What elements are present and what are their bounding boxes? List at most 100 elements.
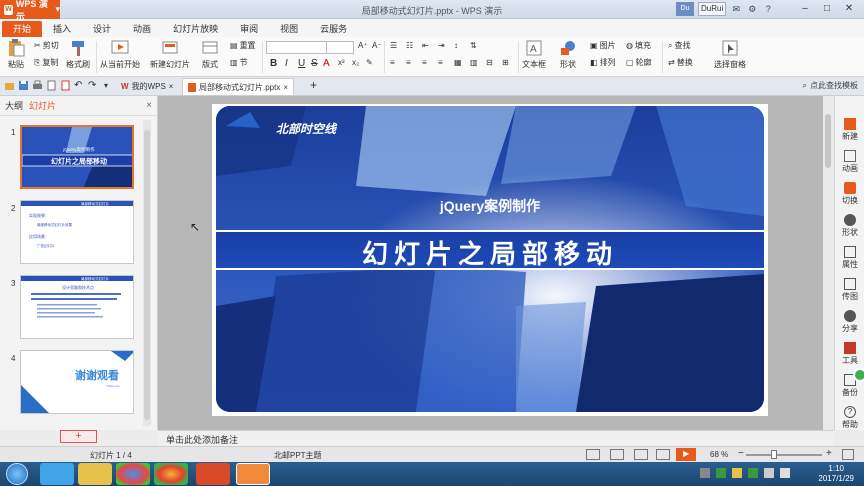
- replace-button[interactable]: ⇄ 替换: [668, 57, 693, 68]
- tab-4[interactable]: 幻灯片放映: [162, 21, 229, 37]
- export-pdf-icon[interactable]: [60, 80, 71, 91]
- tab-3[interactable]: 动画: [122, 21, 162, 37]
- floating-plus-icon[interactable]: [853, 368, 864, 382]
- taskbar-app-1[interactable]: [40, 463, 74, 485]
- tool-tools[interactable]: 工具: [835, 342, 864, 366]
- panel-scrollbar[interactable]: [143, 120, 151, 426]
- format-painter-button[interactable]: 格式刷: [66, 39, 90, 70]
- tab-6[interactable]: 视图: [269, 21, 309, 37]
- grow-font-icon[interactable]: A⁺: [358, 41, 368, 50]
- tray-icon[interactable]: [700, 468, 710, 478]
- outline-button[interactable]: ▢ 轮廓: [626, 57, 652, 68]
- close-icon[interactable]: ×: [283, 83, 288, 92]
- tool-share[interactable]: 分享: [835, 310, 864, 334]
- layout-button[interactable]: 版式: [200, 39, 220, 70]
- text-direction-icon[interactable]: ⇅: [470, 41, 477, 50]
- from-current-button[interactable]: 从当前开始: [100, 39, 140, 70]
- numbering-icon[interactable]: ☷: [406, 41, 413, 50]
- font-color-button[interactable]: A: [323, 58, 330, 69]
- tray-icon[interactable]: [716, 468, 726, 478]
- taskbar-app-4[interactable]: [154, 463, 188, 485]
- tool-shape[interactable]: 形状: [835, 214, 864, 238]
- print-preview-icon[interactable]: [46, 80, 57, 91]
- tab-active-document[interactable]: 局部移动式幻灯片.pptx ×: [182, 78, 295, 95]
- tab-my-wps[interactable]: W 我的WPS ×: [116, 78, 178, 95]
- tray-icon[interactable]: [732, 468, 742, 478]
- section-button[interactable]: ▥ 节: [230, 57, 248, 68]
- tab-1[interactable]: 插入: [42, 21, 82, 37]
- tab-5[interactable]: 审阅: [229, 21, 269, 37]
- chevron-down-icon[interactable]: ▾: [104, 80, 115, 91]
- fill-button[interactable]: ◍ 填充: [626, 40, 651, 51]
- tool-help[interactable]: ? 帮助: [835, 406, 864, 430]
- paste-button[interactable]: 粘贴: [6, 39, 26, 70]
- maximize-button[interactable]: □: [816, 1, 838, 17]
- tool-new[interactable]: 新建: [835, 118, 864, 142]
- increase-indent-icon[interactable]: ⇥: [438, 41, 445, 50]
- close-button[interactable]: ✕: [838, 1, 860, 17]
- distribute-icon[interactable]: ▦: [454, 58, 462, 67]
- tool-upload-image[interactable]: 传图: [835, 278, 864, 302]
- close-icon[interactable]: ×: [169, 82, 174, 91]
- skin-icon[interactable]: ✉: [730, 3, 742, 15]
- slide-sorter-icon[interactable]: [610, 449, 624, 460]
- textbox-button[interactable]: A 文本框: [522, 39, 546, 70]
- bold-button[interactable]: B: [270, 58, 277, 69]
- superscript-icon[interactable]: x²: [338, 58, 345, 67]
- align-center-icon[interactable]: ≡: [406, 58, 411, 67]
- reset-button[interactable]: ▤ 重置: [230, 40, 256, 51]
- tab-slides[interactable]: 幻灯片: [29, 99, 56, 112]
- user-name-dropdown[interactable]: DuRui: [698, 2, 727, 16]
- picture-button[interactable]: ▣ 图片: [590, 40, 616, 51]
- subscript-icon[interactable]: x₂: [352, 58, 359, 67]
- tab-7[interactable]: 云服务: [309, 21, 358, 37]
- zoom-slider[interactable]: [746, 454, 822, 456]
- redo-icon[interactable]: ↷: [88, 80, 99, 91]
- strikethrough-button[interactable]: S: [311, 58, 318, 69]
- tab-0[interactable]: 开始: [2, 21, 43, 37]
- shape-button[interactable]: 形状: [558, 39, 578, 70]
- tab-2[interactable]: 设计: [82, 21, 122, 37]
- zoom-in-icon[interactable]: +: [826, 448, 832, 459]
- tab-outline[interactable]: 大纲: [5, 99, 23, 112]
- reading-view-icon[interactable]: [634, 449, 648, 460]
- avatar[interactable]: Du: [676, 2, 694, 16]
- taskbar-wps-presentation[interactable]: [236, 463, 270, 485]
- underline-button[interactable]: U: [298, 58, 305, 69]
- print-icon[interactable]: [32, 80, 43, 91]
- settings-icon[interactable]: ⚙: [746, 3, 758, 15]
- scrollbar-thumb[interactable]: [144, 130, 150, 420]
- slide-subtitle[interactable]: jQuery案例制作: [216, 196, 764, 216]
- scrollbar-thumb[interactable]: [825, 114, 831, 168]
- decrease-indent-icon[interactable]: ⇤: [422, 41, 429, 50]
- clear-format-icon[interactable]: ✎: [366, 58, 373, 67]
- tool-properties[interactable]: 属性: [835, 246, 864, 270]
- save-icon[interactable]: [18, 80, 29, 91]
- copy-button[interactable]: ⎘ 复制: [34, 57, 58, 68]
- slide-thumbnail-2[interactable]: 局部移动式幻灯片 实现效果： 局部移动式幻灯片效果 应用场景： 广告幻灯片: [20, 200, 134, 264]
- network-icon[interactable]: [764, 468, 774, 478]
- italic-button[interactable]: I: [285, 58, 288, 69]
- slide-title[interactable]: 幻灯片之局部移动: [216, 234, 764, 271]
- close-icon[interactable]: ×: [146, 100, 152, 111]
- arrange-button[interactable]: ◧ 排列: [590, 57, 616, 68]
- columns-icon[interactable]: ▥: [470, 58, 478, 67]
- align-left-icon[interactable]: ≡: [390, 58, 395, 67]
- minimize-button[interactable]: –: [794, 1, 816, 17]
- text-align-icon[interactable]: ⊟: [486, 58, 493, 67]
- help-icon[interactable]: ?: [762, 3, 774, 15]
- select-pane-button[interactable]: 选择窗格: [714, 39, 746, 70]
- tray-icon[interactable]: [748, 468, 758, 478]
- taskbar-app-5[interactable]: [196, 463, 230, 485]
- taskbar-clock[interactable]: 1:10 2017/1/29: [818, 464, 854, 484]
- slide-thumbnail-3[interactable]: 局部移动式幻灯片 设计思路和技术点: [20, 275, 134, 339]
- find-button[interactable]: ⌕ 查找: [668, 40, 690, 51]
- undo-icon[interactable]: ↶: [74, 80, 85, 91]
- font-size-select[interactable]: [326, 41, 354, 54]
- add-slide-button[interactable]: +: [60, 430, 97, 443]
- notes-view-icon[interactable]: [656, 449, 670, 460]
- tool-transition[interactable]: 切换: [835, 182, 864, 206]
- slide-1[interactable]: 北部时空线 jQuery案例制作 幻灯片之局部移动: [212, 104, 768, 416]
- slide-canvas[interactable]: 北部时空线 jQuery案例制作 幻灯片之局部移动 ↖: [158, 96, 823, 430]
- smart-art-icon[interactable]: ⊞: [502, 58, 509, 67]
